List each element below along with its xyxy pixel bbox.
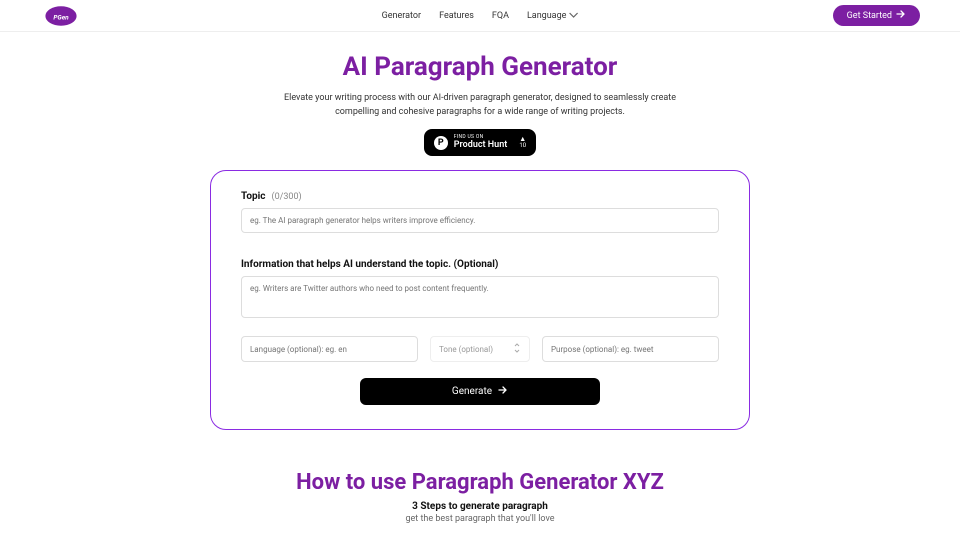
howto-title: How to use Paragraph Generator XYZ	[0, 470, 960, 495]
nav-features[interactable]: Features	[439, 11, 474, 21]
nav-generator[interactable]: Generator	[382, 11, 421, 21]
generate-label: Generate	[452, 386, 492, 397]
hero-subtitle: Elevate your writing process with our AI…	[265, 92, 695, 119]
howto-sub1: 3 Steps to generate paragraph	[0, 501, 960, 512]
info-textarea[interactable]	[241, 276, 719, 318]
hero-title: AI Paragraph Generator	[0, 52, 960, 82]
language-input[interactable]	[241, 336, 418, 362]
get-started-label: Get Started	[847, 11, 892, 21]
generate-button[interactable]: Generate	[360, 378, 600, 405]
topic-label: Topic	[241, 191, 265, 202]
topic-input[interactable]	[241, 208, 719, 233]
select-icon	[513, 343, 521, 355]
tone-label: Tone (optional)	[439, 345, 493, 354]
tone-select[interactable]: Tone (optional)	[430, 336, 530, 362]
topic-char-count: (0/300)	[271, 192, 301, 202]
top-nav: Generator Features FQA Language	[382, 11, 579, 21]
info-label: Information that helps AI understand the…	[241, 259, 498, 270]
arrow-right-icon	[498, 386, 508, 397]
generator-card: Topic (0/300) Information that helps AI …	[210, 170, 750, 430]
language-label: Language	[527, 11, 566, 21]
ph-vote-count: 10	[519, 143, 526, 149]
ph-upvote: ▲ 10	[519, 136, 526, 149]
logo[interactable]: PGen	[40, 3, 82, 29]
arrow-right-icon	[896, 10, 906, 21]
nav-fqa[interactable]: FQA	[492, 11, 509, 21]
ph-name: Product Hunt	[454, 141, 507, 151]
language-select[interactable]: Language	[527, 11, 578, 21]
howto-sub2: get the best paragraph that you'll love	[0, 514, 960, 524]
purpose-input[interactable]	[542, 336, 719, 362]
chevron-down-icon	[568, 11, 578, 21]
get-started-button[interactable]: Get Started	[833, 5, 920, 26]
product-hunt-icon: P	[434, 136, 448, 150]
svg-text:PGen: PGen	[53, 13, 69, 21]
product-hunt-badge[interactable]: P FIND US ON Product Hunt ▲ 10	[424, 129, 536, 156]
